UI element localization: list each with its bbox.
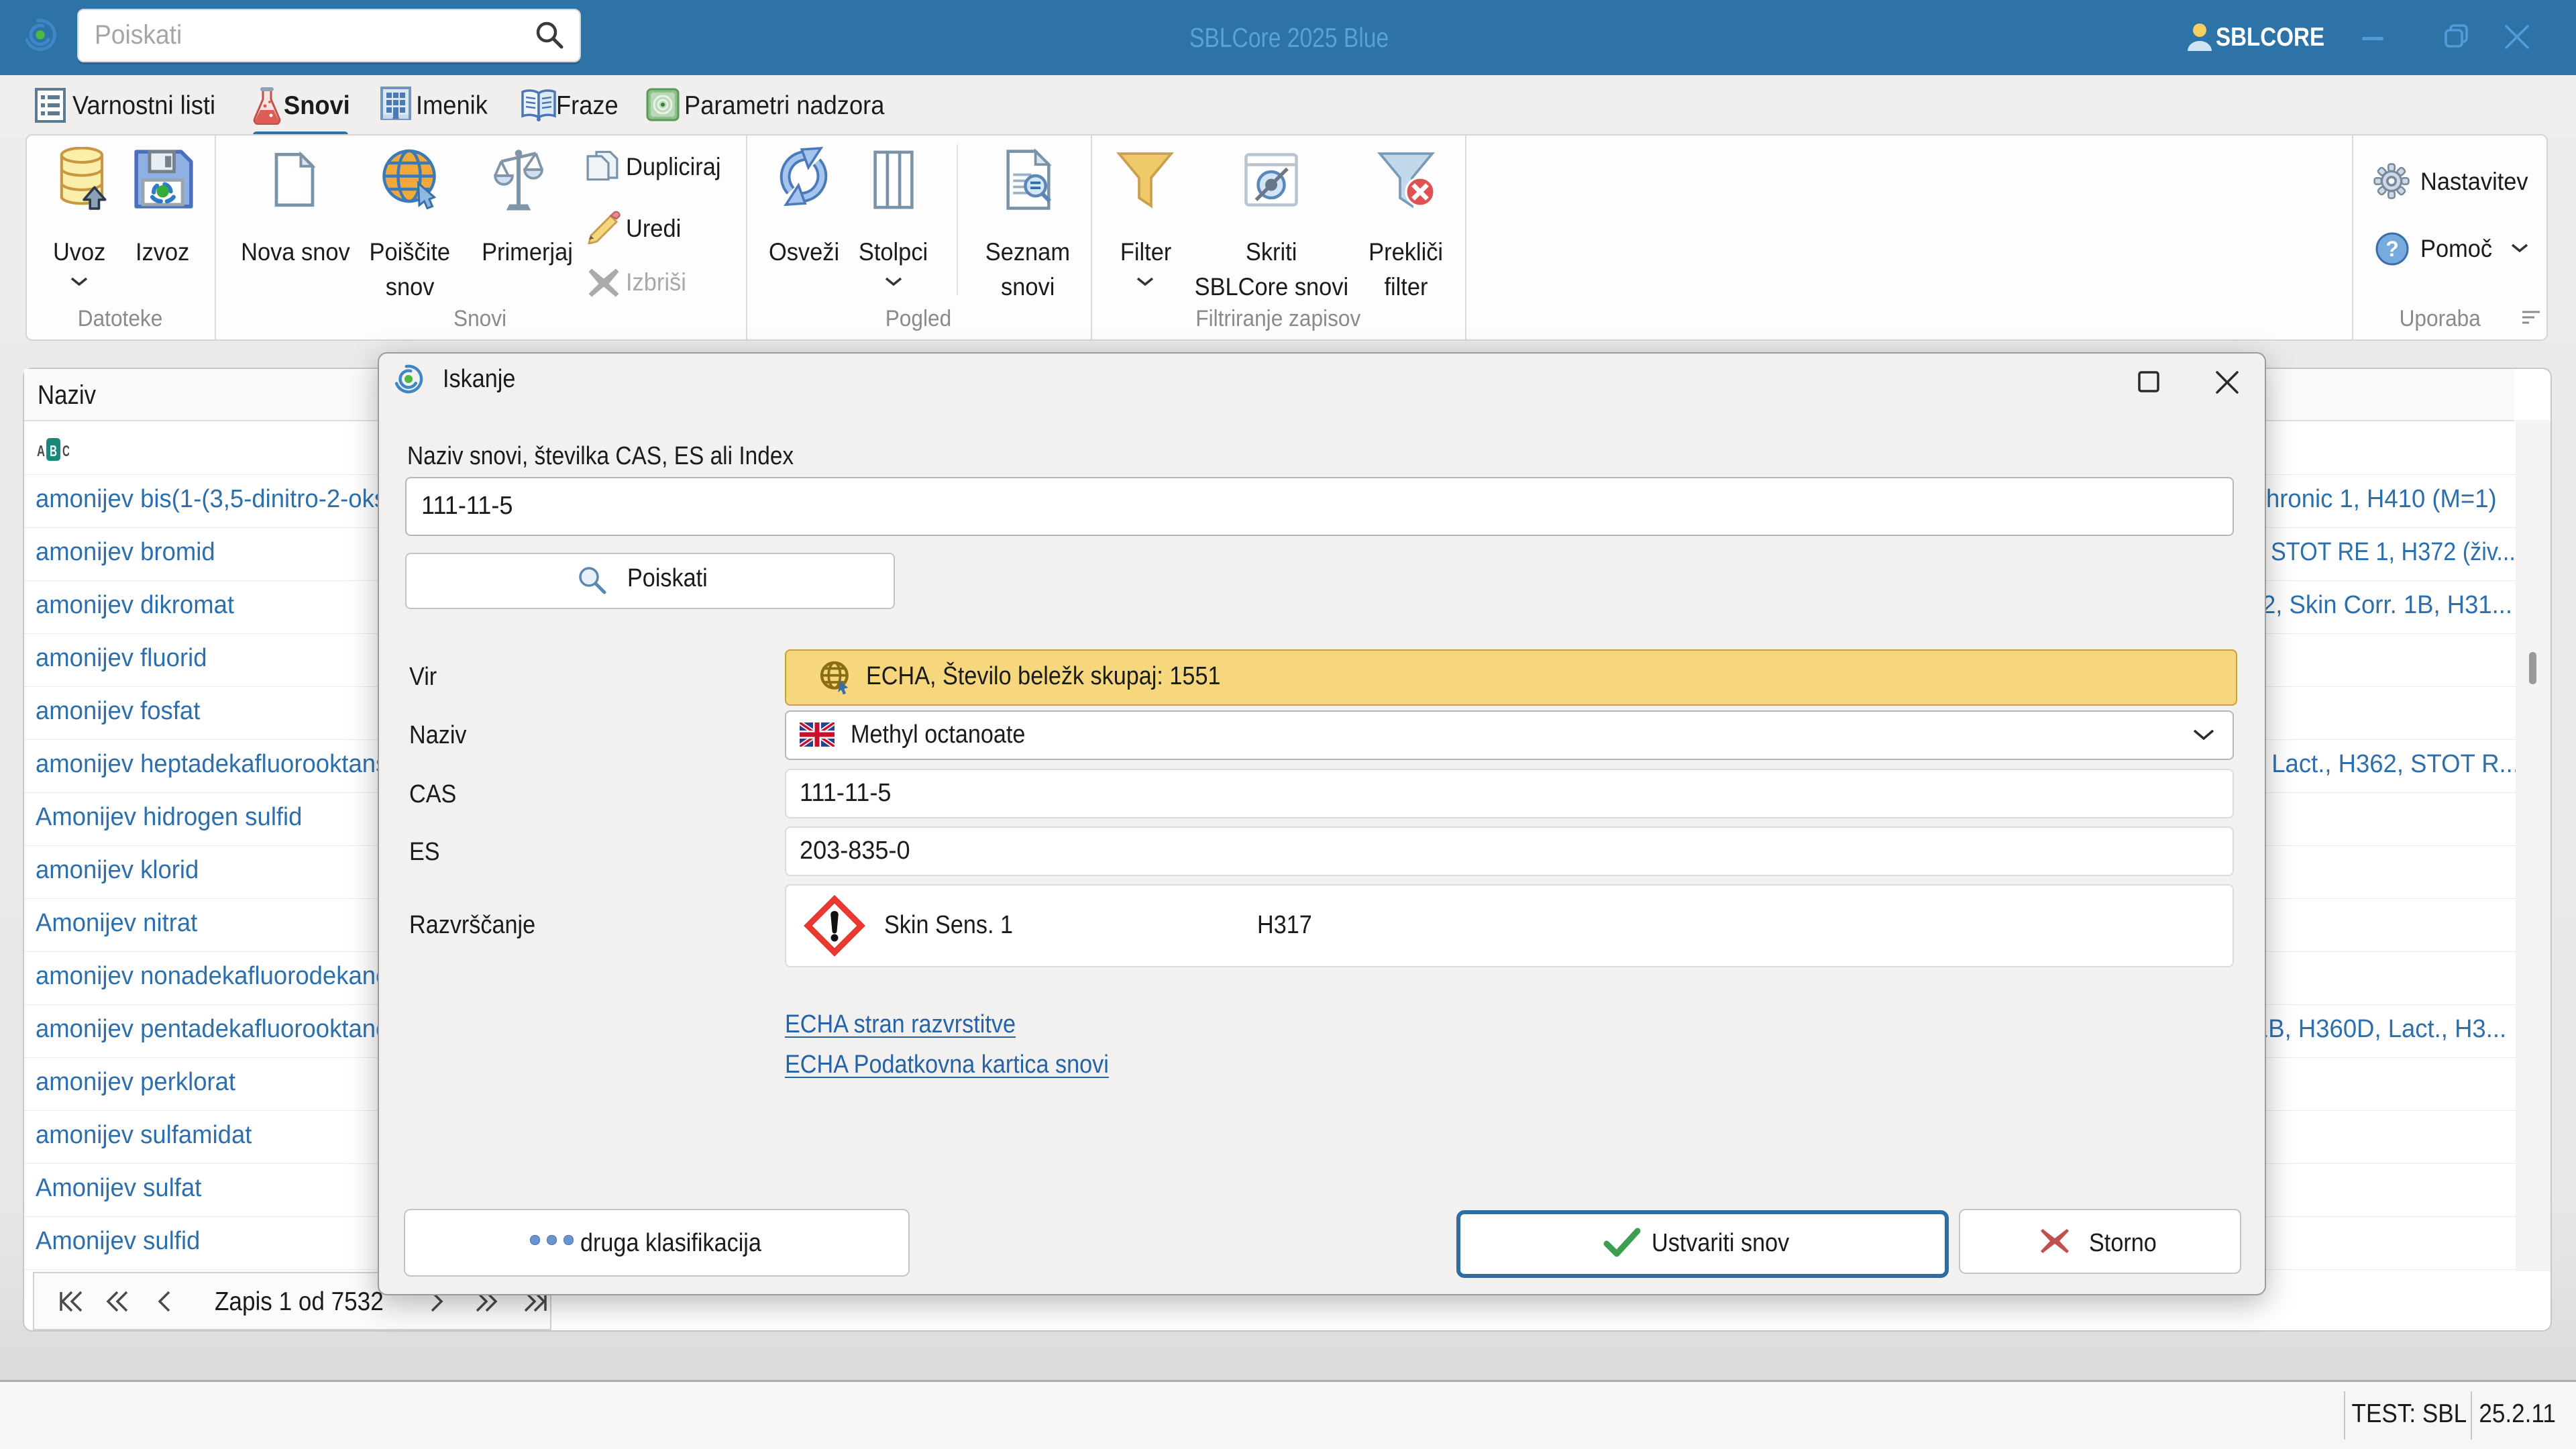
svg-text:?: ? (2385, 237, 2399, 261)
svg-text:A: A (37, 442, 45, 460)
svg-text:C: C (62, 442, 69, 460)
svg-text:B: B (50, 442, 57, 460)
